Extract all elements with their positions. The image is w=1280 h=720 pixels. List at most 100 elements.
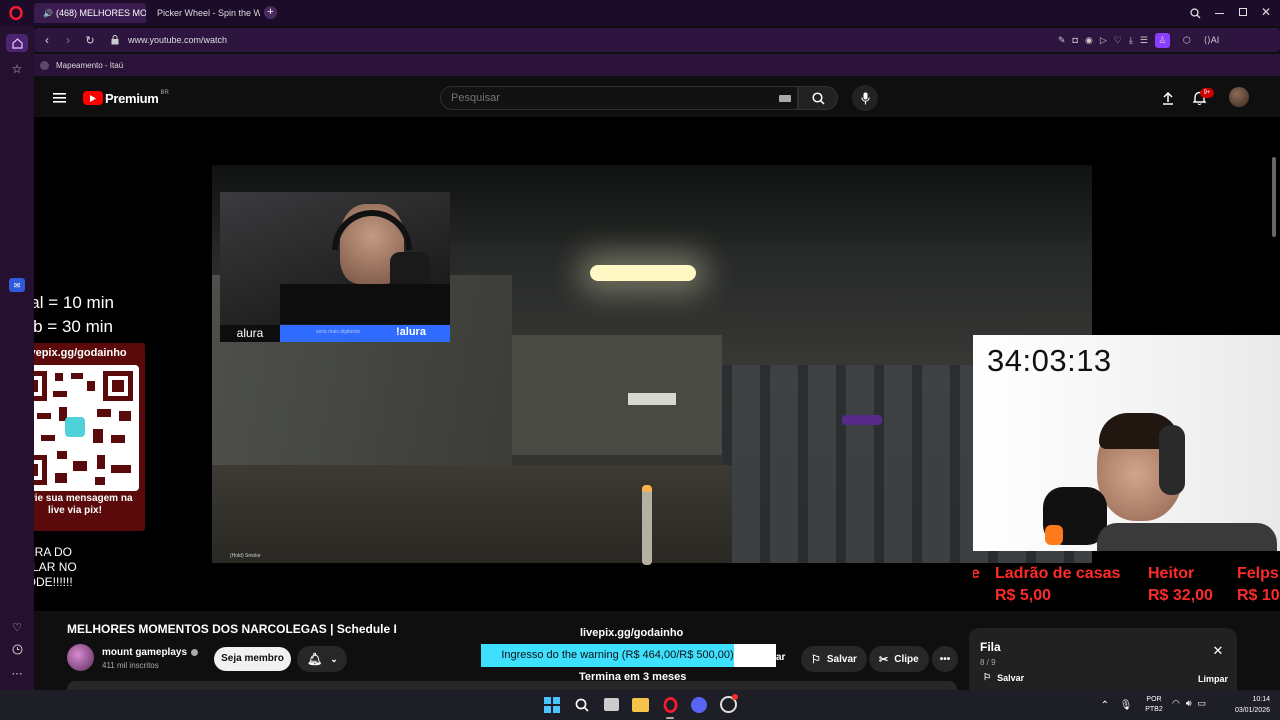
edit-icon[interactable]: ✎ — [1058, 35, 1066, 46]
start-windows-icon[interactable] — [544, 697, 560, 713]
messenger-icon[interactable]: ✉ — [9, 278, 25, 292]
address-bar-row: ‹ › ↻ ✎ ◘ ◉ ▷ ♡ ⤓ ☰ ♙ ⬡ ⟨⟩AI — [34, 28, 1280, 52]
play-icon[interactable]: ▷ — [1100, 35, 1107, 46]
queue-clear-button[interactable]: Limpar — [1198, 674, 1228, 684]
clock-time: 10:14 — [1252, 696, 1270, 703]
description-box[interactable] — [67, 681, 957, 690]
minimize-icon[interactable] — [1215, 13, 1224, 14]
subscriber-count: 411 mil inscritos — [102, 661, 159, 670]
youtube-page: Premium BR 9+ (Hold) Smoke — [34, 77, 1280, 690]
join-member-button[interactable]: Seja membro — [214, 647, 291, 671]
save-button[interactable]: ⚐ Salvar — [801, 646, 867, 672]
tray-microphone-icon[interactable]: 🎙︎ — [1120, 698, 1133, 712]
clip-label: Clipe — [894, 653, 919, 665]
restore-icon[interactable] — [1239, 8, 1247, 16]
game-hint: (Hold) Smoke — [230, 553, 261, 559]
search-tabs-icon[interactable] — [1188, 6, 1202, 20]
tray-icons[interactable]: ◠ 🔊︎ ▭ — [1172, 698, 1206, 709]
file-explorer-icon[interactable] — [632, 698, 649, 712]
reload-icon[interactable]: ↻ — [83, 33, 97, 47]
language-code: POR — [1146, 696, 1162, 703]
goal-url: livepix.gg/godainho — [580, 627, 684, 639]
new-tab-plus-icon[interactable]: + — [264, 6, 277, 19]
discord-icon[interactable] — [691, 697, 707, 713]
more-options-icon[interactable]: ⋯ — [10, 666, 24, 680]
extensions-cube-icon[interactable]: ⬡ — [1183, 35, 1191, 46]
lock-icon — [110, 34, 120, 46]
keyboard-icon[interactable] — [779, 95, 791, 102]
close-queue-icon[interactable]: ✕ — [1211, 643, 1225, 658]
video-player[interactable]: (Hold) Smoke alura seria mais digitando … — [34, 117, 1280, 611]
tab-picker-wheel[interactable]: Picker Wheel - Spin the W — [148, 3, 260, 23]
clock[interactable]: 10:14 03/01/2026 — [1222, 694, 1270, 716]
donor-amount: R$ 5,00 — [995, 587, 1052, 604]
goal-text: Ingresso do the warning (R$ 464,00/R$ 50… — [501, 649, 734, 661]
search-button[interactable] — [798, 86, 838, 110]
star-icon[interactable]: ☆ — [10, 62, 24, 76]
task-view-icon[interactable] — [604, 698, 619, 711]
favorite-heart-icon[interactable]: ♡ — [1114, 35, 1122, 46]
scissors-icon: ✂ — [879, 653, 889, 666]
goal-progress-bar: Ingresso do the warning (R$ 464,00/R$ 50… — [481, 644, 776, 667]
home-icon[interactable] — [6, 34, 28, 52]
verified-icon — [191, 649, 199, 656]
qr-caption: envie sua mensagem na live via pix! — [34, 493, 133, 516]
headset — [1159, 425, 1185, 495]
search-input[interactable] — [451, 90, 751, 106]
donor-ticker: e Ladrão de casas R$ 5,00 Heitor R$ 32,0… — [973, 563, 1280, 611]
streamer-shirt — [280, 284, 450, 324]
youtube-premium-logo[interactable]: Premium BR — [83, 90, 169, 106]
clip-button[interactable]: ✂ Clipe — [869, 646, 929, 672]
close-window-icon[interactable]: ✕ — [1260, 5, 1272, 19]
obs-icon[interactable] — [720, 694, 738, 713]
camera-note: CAMERA DO CELULAR NO QRCODE!!!!!! — [34, 545, 77, 589]
facecam-panel: 34:03:13 — [973, 335, 1280, 551]
microphone-icon — [860, 92, 870, 104]
language-indicator[interactable]: POR PTB2 — [1143, 695, 1165, 715]
video-title: MELHORES MOMENTOS DOS NARCOLEGAS | Sched… — [67, 622, 397, 636]
partial-button-label: ar — [776, 652, 786, 663]
profile-icon[interactable]: ♙ — [1154, 32, 1170, 48]
upload-icon[interactable] — [1160, 90, 1176, 106]
camera-icon[interactable]: ◘ — [1073, 35, 1078, 45]
aria-ai-button[interactable]: ⟨⟩AI — [1204, 35, 1220, 46]
heart-icon[interactable]: ♡ — [10, 620, 24, 634]
notification-badge: 9+ — [1200, 88, 1214, 98]
search-icon — [811, 91, 825, 105]
donor-name: Heitor — [1148, 565, 1195, 582]
taskbar-search-icon[interactable] — [573, 696, 591, 714]
channel-name[interactable]: mount gameplays — [102, 647, 199, 658]
purple-item — [842, 415, 882, 425]
tab-youtube[interactable]: 🔊 (468) MELHORES MO — [34, 3, 146, 23]
audio-icon[interactable]: 🔊 — [43, 9, 53, 18]
red-dot-badge — [732, 694, 738, 700]
wifi-icon: ◠ — [1172, 698, 1180, 708]
history-clock-icon[interactable] — [10, 642, 24, 656]
queue-title: Fila — [980, 640, 1001, 654]
url-input[interactable] — [128, 32, 528, 48]
tray-chevron-up-icon[interactable]: ⌃ — [1099, 698, 1111, 712]
donation-rate-2: 1 sub = 30 min — [34, 317, 141, 337]
adblock-icon[interactable]: ◉ — [1085, 35, 1093, 46]
channel-avatar[interactable] — [67, 644, 94, 671]
bookmark-favicon-icon — [40, 60, 49, 70]
forward-arrow-icon[interactable]: › — [61, 33, 75, 47]
back-room — [512, 335, 722, 455]
menu-lines-icon[interactable]: ☰ — [1140, 35, 1148, 46]
browser-tab-bar: 🔊 (468) MELHORES MO Picker Wheel - Spin … — [0, 0, 1280, 26]
voice-search-button[interactable] — [852, 85, 878, 111]
scrollbar-thumb[interactable] — [1272, 157, 1276, 237]
opera-taskbar-icon[interactable] — [662, 696, 679, 713]
notification-bell-button[interactable]: 🔔︎ ⌄ — [297, 646, 347, 672]
channel-name-text: mount gameplays — [102, 647, 188, 658]
ceiling-light — [590, 265, 696, 281]
download-icon[interactable]: ⤓ — [1129, 35, 1133, 46]
opera-sidebar: ☆ ✉ ♡ ⋯ — [0, 26, 34, 690]
bookmark-item[interactable]: Mapeamento - Itaú — [40, 59, 123, 71]
opera-logo-icon[interactable] — [9, 6, 23, 20]
more-actions-button[interactable]: ••• — [932, 646, 958, 672]
back-arrow-icon[interactable]: ‹ — [40, 33, 54, 47]
hamburger-menu-icon[interactable] — [52, 91, 66, 105]
avatar[interactable] — [1229, 87, 1249, 107]
queue-save-button[interactable]: ⚐ Salvar — [983, 672, 1024, 683]
